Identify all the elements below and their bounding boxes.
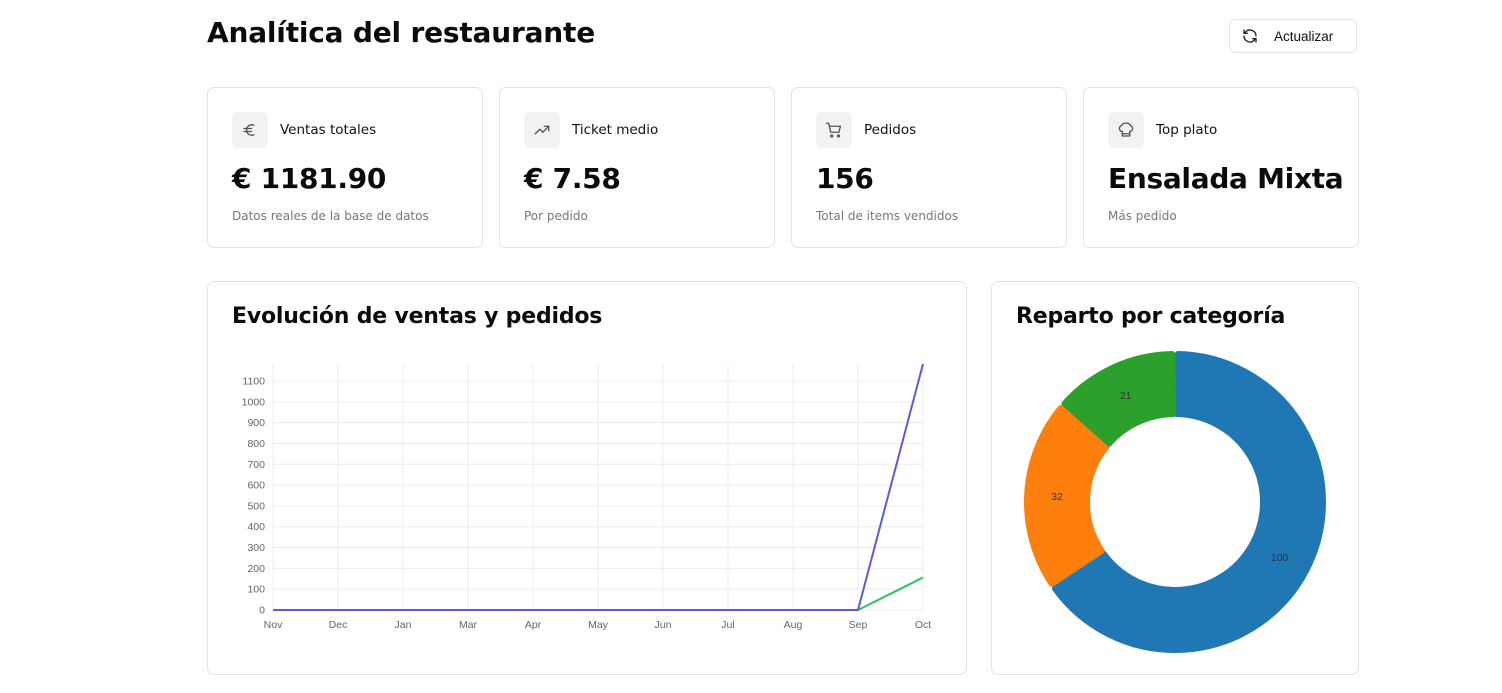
y-tick-label: 300 [247,542,265,554]
line-chart: 0 100 200 300 400 500 600 700 800 900 1000 1100 Nov D… [242,363,931,631]
kpi-label: Pedidos [864,122,917,138]
y-tick-label: 900 [247,417,265,429]
x-tick-label: Sep [849,619,868,631]
category-breakdown-panel: Reparto por categoría 100 32 21 [991,281,1359,675]
x-tick-label: Apr [525,619,542,631]
kpi-subtitle: Datos reales de la base de datos [232,209,429,223]
kpi-label: Ventas totales [280,122,377,138]
x-tick-label: Aug [784,619,803,631]
x-tick-label: Oct [915,619,931,631]
kpi-card-pedidos: Pedidos 156 Total de items vendidos [791,87,1067,248]
kpi-value: 156 [816,162,874,195]
x-tick-label: May [588,619,609,631]
x-tick-label: Jul [721,619,734,631]
y-tick-label: 0 [259,605,265,617]
refresh-button-label: Actualizar [1274,28,1334,44]
sales-evolution-panel: Evolución de ventas y pedidos 0 100 200 300… [207,281,967,675]
y-tick-label: 1100 [242,376,265,388]
kpi-card-ventas: Ventas totales € 1181.90 Datos reales de… [207,87,483,248]
x-tick-label: Jan [395,619,412,631]
kpi-value: € 7.58 [524,162,621,195]
x-tick-label: Nov [264,619,283,631]
slice-value-label: 100 [1271,552,1289,564]
page-title: Analítica del restaurante [207,16,595,49]
kpi-value: € 1181.90 [232,162,387,195]
euro-icon [232,112,268,148]
y-tick-label: 600 [247,480,265,492]
cart-icon [816,112,852,148]
kpi-subtitle: Más pedido [1108,209,1177,223]
kpi-card-top-plato: Top plato Ensalada Mixta Más pedido [1083,87,1359,248]
x-tick-label: Jun [655,619,672,631]
y-tick-label: 400 [247,521,265,533]
donut-chart: 100 32 21 [1024,351,1326,653]
kpi-subtitle: Por pedido [524,209,588,223]
y-tick-label: 1000 [242,396,266,408]
refresh-icon [1243,29,1257,43]
y-tick-label: 100 [247,584,265,596]
y-tick-label: 800 [247,438,265,450]
kpi-subtitle: Total de items vendidos [816,209,959,223]
slice-value-label: 32 [1051,491,1063,503]
kpi-label: Ticket medio [572,122,659,138]
y-tick-label: 200 [247,563,265,575]
x-tick-label: Mar [459,619,478,631]
y-tick-label: 700 [247,459,265,471]
refresh-button[interactable]: Actualizar [1229,19,1357,53]
analytics-page: Analítica del restaurante Actualizar Ven… [0,0,1502,693]
slice-value-label: 21 [1120,390,1132,402]
y-tick-label: 500 [247,500,265,512]
kpi-card-ticket: Ticket medio € 7.58 Por pedido [499,87,775,248]
kpi-value: Ensalada Mixta [1108,162,1344,195]
x-tick-label: Dec [329,619,348,631]
chef-hat-icon [1108,112,1144,148]
kpi-label: Top plato [1156,122,1218,138]
trending-up-icon [524,112,560,148]
